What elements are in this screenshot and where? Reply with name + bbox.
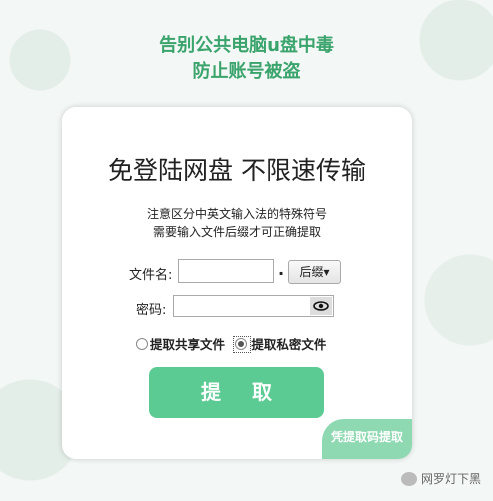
password-input[interactable] — [173, 295, 334, 317]
radio-private[interactable]: 提取私密文件 — [233, 336, 327, 353]
filename-label: 文件名: — [129, 268, 173, 283]
card-title: 免登陆网盘 不限速传输 — [108, 156, 366, 185]
radio-private-circle[interactable] — [235, 338, 248, 350]
filename-input[interactable] — [178, 259, 274, 283]
page-headline: 告别公共电脑u盘中毒 防止账号被盗 — [0, 33, 493, 85]
filename-row: 文件名: . 后缀▾ — [62, 259, 412, 285]
wechat-icon — [400, 471, 417, 486]
show-password-button[interactable] — [310, 297, 332, 315]
footer-text: 网罗灯下黑 — [420, 472, 481, 486]
notice-line-2: 需要输入文件后缀才可正确提取 — [152, 225, 321, 239]
radio-shared-label: 提取共享文件 — [150, 337, 226, 352]
headline-line-1: 告别公共电脑u盘中毒 — [159, 35, 334, 56]
radio-shared[interactable]: 提取共享文件 — [136, 337, 225, 352]
password-label: 密码: — [136, 303, 167, 318]
extract-button[interactable]: 提 取 — [149, 367, 324, 418]
extract-by-code-tab[interactable]: 凭提取码提取 — [322, 419, 412, 459]
radio-private-label: 提取私密文件 — [251, 337, 327, 352]
extract-mode-radios: 提取共享文件 提取私密文件 — [136, 334, 326, 353]
notice-text: 注意区分中英文输入法的特殊符号 需要输入文件后缀才可正确提取 — [62, 205, 412, 241]
extract-card: 免登陆网盘 不限速传输 注意区分中英文输入法的特殊符号 需要输入文件后缀才可正确… — [62, 107, 412, 459]
radio-shared-circle[interactable] — [136, 338, 148, 350]
notice-line-1: 注意区分中英文输入法的特殊符号 — [146, 207, 327, 221]
headline-line-2: 防止账号被盗 — [192, 61, 301, 82]
filename-dot: . — [278, 260, 285, 279]
eye-icon — [313, 301, 329, 311]
suffix-dropdown-button[interactable]: 后缀▾ — [288, 260, 341, 284]
footer-watermark: 网罗灯下黑 — [400, 470, 481, 487]
password-row: 密码: — [62, 295, 412, 321]
